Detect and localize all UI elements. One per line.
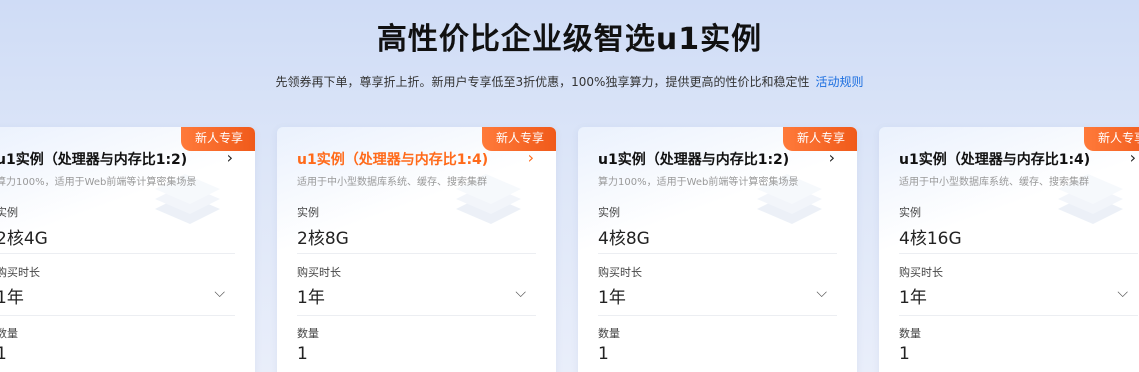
quantity-label: 数量 bbox=[297, 327, 319, 340]
divider bbox=[899, 315, 1138, 316]
divider bbox=[0, 253, 235, 254]
card-description: 适用于中小型数据库系统、缓存、搜索集群 bbox=[899, 177, 1089, 188]
divider bbox=[0, 315, 235, 316]
chevron-right-icon[interactable]: › bbox=[829, 148, 835, 167]
product-card[interactable]: 新人专享 u1实例（处理器与内存比1:4) › 适用于中小型数据库系统、缓存、搜… bbox=[879, 127, 1139, 372]
duration-label: 购买时长 bbox=[0, 266, 40, 279]
divider bbox=[297, 253, 536, 254]
duration-label: 购买时长 bbox=[297, 266, 341, 279]
subtitle-text: 先领券再下单，尊享折上折。新用户专享低至3折优惠，100%独享算力，提供更高的性… bbox=[275, 75, 810, 89]
card-title[interactable]: u1实例（处理器与内存比1:2) bbox=[0, 149, 187, 169]
instance-label: 实例 bbox=[0, 206, 18, 219]
chevron-down-icon[interactable]: ⌵ bbox=[1117, 285, 1128, 301]
card-title[interactable]: u1实例（处理器与内存比1:2) bbox=[598, 149, 789, 169]
instance-label: 实例 bbox=[297, 206, 319, 219]
duration-select[interactable]: 1年 bbox=[899, 283, 927, 308]
duration-select[interactable]: 1年 bbox=[0, 283, 24, 308]
divider bbox=[598, 315, 837, 316]
product-card[interactable]: 新人专享 u1实例（处理器与内存比1:2) › 算力100%，适用于Web前端等… bbox=[0, 127, 255, 372]
chevron-right-icon[interactable]: › bbox=[528, 148, 534, 167]
card-description: 算力100%，适用于Web前端等计算密集场景 bbox=[0, 177, 197, 188]
duration-label: 购买时长 bbox=[598, 266, 642, 279]
quantity-input[interactable]: 1 bbox=[297, 344, 308, 364]
chevron-down-icon[interactable]: ⌵ bbox=[214, 285, 225, 301]
quantity-label: 数量 bbox=[899, 327, 921, 340]
instance-label: 实例 bbox=[598, 206, 620, 219]
product-card[interactable]: 新人专享 u1实例（处理器与内存比1:4) › 适用于中小型数据库系统、缓存、搜… bbox=[277, 127, 556, 372]
card-title[interactable]: u1实例（处理器与内存比1:4) bbox=[297, 149, 488, 169]
page-subtitle: 先领券再下单，尊享折上折。新用户专享低至3折优惠，100%独享算力，提供更高的性… bbox=[0, 73, 1139, 90]
instance-value[interactable]: 4核16G bbox=[899, 224, 962, 249]
quantity-label: 数量 bbox=[0, 327, 18, 340]
rules-link[interactable]: 活动规则 bbox=[815, 75, 863, 89]
instance-value[interactable]: 4核8G bbox=[598, 224, 650, 249]
card-description: 算力100%，适用于Web前端等计算密集场景 bbox=[598, 177, 799, 188]
new-user-badge: 新人专享 bbox=[782, 127, 857, 151]
instance-value[interactable]: 2核4G bbox=[0, 224, 48, 249]
chevron-down-icon[interactable]: ⌵ bbox=[515, 285, 526, 301]
quantity-label: 数量 bbox=[598, 327, 620, 340]
page-title: 高性价比企业级智选u1实例 bbox=[376, 22, 763, 57]
divider bbox=[899, 253, 1138, 254]
quantity-input[interactable]: 1 bbox=[899, 344, 910, 364]
duration-label: 购买时长 bbox=[899, 266, 943, 279]
divider bbox=[598, 253, 837, 254]
instance-label: 实例 bbox=[899, 206, 921, 219]
quantity-input[interactable]: 1 bbox=[598, 344, 609, 364]
product-card[interactable]: 新人专享 u1实例（处理器与内存比1:2) › 算力100%，适用于Web前端等… bbox=[578, 127, 857, 372]
divider bbox=[297, 315, 536, 316]
card-title[interactable]: u1实例（处理器与内存比1:4) bbox=[899, 149, 1090, 169]
card-description: 适用于中小型数据库系统、缓存、搜索集群 bbox=[297, 177, 487, 188]
duration-select[interactable]: 1年 bbox=[297, 283, 325, 308]
chevron-right-icon[interactable]: › bbox=[227, 148, 233, 167]
chevron-down-icon[interactable]: ⌵ bbox=[816, 285, 827, 301]
quantity-input[interactable]: 1 bbox=[0, 344, 7, 364]
new-user-badge: 新人专享 bbox=[481, 127, 556, 151]
instance-value[interactable]: 2核8G bbox=[297, 224, 349, 249]
new-user-badge: 新人专享 bbox=[180, 127, 255, 151]
chevron-right-icon[interactable]: › bbox=[1130, 148, 1136, 167]
duration-select[interactable]: 1年 bbox=[598, 283, 626, 308]
